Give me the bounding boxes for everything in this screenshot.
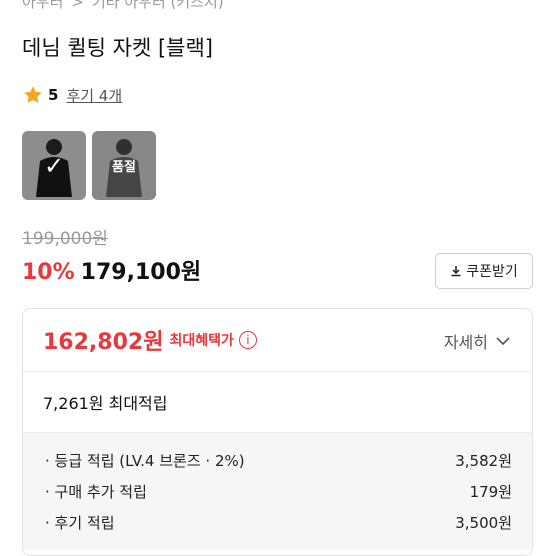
discount-rate: 10%: [22, 260, 75, 285]
breadcrumb-item-etc[interactable]: 기타 아우터 (키즈지): [92, 0, 224, 12]
rating-score: 5: [48, 86, 59, 104]
option-soldout[interactable]: 품절: [92, 131, 156, 200]
breadcrumb: 아우터 > 기타 아우터 (키즈지): [22, 0, 224, 12]
option-black[interactable]: ✓: [22, 131, 86, 200]
breadcrumb-item-outer[interactable]: 아우터: [22, 0, 63, 12]
chevron-down-icon: [496, 336, 510, 345]
detail-label: 자세히: [443, 333, 488, 352]
download-icon: [451, 266, 461, 277]
price-row: 10% 179,100원: [22, 254, 201, 286]
points-row-grade: · 등급 적립 (LV.4 브론즈 · 2%) 3,582원: [43, 445, 512, 476]
star-icon: [24, 86, 42, 103]
coupon-button[interactable]: 쿠폰받기: [435, 253, 533, 289]
points-row-label: · 후기 적립: [45, 514, 115, 532]
check-icon: ✓: [43, 151, 65, 180]
points-row-purchase: · 구매 추가 적립 179원: [43, 476, 512, 507]
coupon-label: 쿠폰받기: [466, 264, 518, 280]
breadcrumb-separator: >: [71, 0, 84, 11]
best-price-label: 최대혜택가: [169, 333, 234, 349]
points-row-label: · 등급 적립 (LV.4 브론즈 · 2%): [45, 452, 245, 470]
reviews-link[interactable]: 후기 4개: [66, 85, 122, 106]
points-breakdown: · 등급 적립 (LV.4 브론즈 · 2%) 3,582원 · 구매 추가 적…: [23, 432, 532, 550]
points-row-value: 3,500원: [455, 514, 512, 532]
points-row-value: 179원: [469, 483, 512, 501]
benefit-header: 162,802원 최대혜택가 i 자세히: [23, 309, 532, 371]
soldout-overlay: 품절: [92, 131, 156, 200]
selected-overlay: ✓: [22, 131, 86, 200]
points-row-value: 3,582원: [455, 452, 512, 470]
benefit-card: 162,802원 최대혜택가 i 자세히 7,261원 최대적립 · 등급 적립…: [22, 308, 533, 556]
best-price: 162,802원: [43, 330, 164, 355]
max-points: 7,261원 최대적립: [23, 371, 532, 432]
points-row-review: · 후기 적립 3,500원: [43, 507, 512, 538]
points-row-label: · 구매 추가 적립: [45, 483, 147, 501]
info-icon[interactable]: i: [238, 331, 257, 349]
original-price: 199,000원: [22, 229, 108, 249]
color-options: ✓ 품절: [22, 131, 156, 200]
rating: 5 후기 4개: [22, 84, 122, 106]
detail-toggle[interactable]: 자세히: [444, 329, 510, 353]
sale-price: 179,100원: [80, 260, 202, 285]
soldout-label: 품절: [112, 160, 136, 175]
product-title: 데님 퀼팅 자켓 [블랙]: [22, 36, 213, 60]
